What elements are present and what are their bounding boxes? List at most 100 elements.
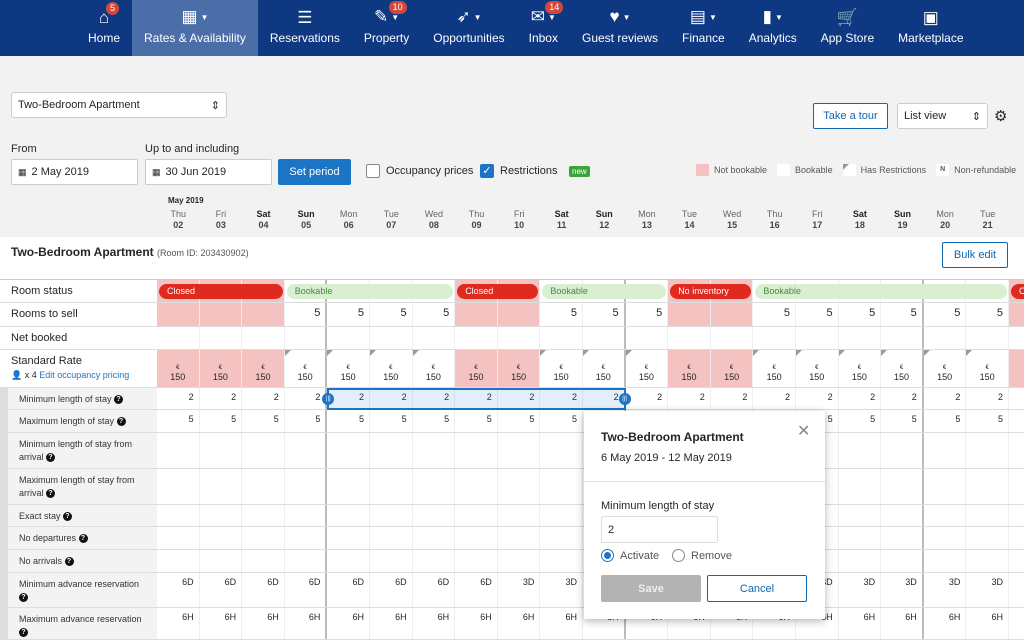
- grid-cell[interactable]: [881, 327, 924, 349]
- grid-cell[interactable]: €150: [497, 350, 541, 387]
- grid-cell[interactable]: [753, 327, 796, 349]
- grid-cell[interactable]: 6H: [881, 608, 924, 639]
- radio-activate[interactable]: [601, 549, 614, 562]
- grid-cell[interactable]: €150: [625, 350, 669, 387]
- set-period-button[interactable]: Set period: [278, 159, 351, 185]
- grid-cell[interactable]: 6H: [327, 608, 370, 639]
- grid-cell[interactable]: 2: [711, 388, 754, 409]
- grid-cell[interactable]: €150: [199, 350, 243, 387]
- grid-cell[interactable]: [413, 327, 456, 349]
- grid-cell[interactable]: [242, 550, 285, 572]
- grid-cell[interactable]: [327, 327, 370, 349]
- grid-cell[interactable]: [966, 469, 1009, 504]
- grid-cell[interactable]: 2: [839, 388, 882, 409]
- grid-cell[interactable]: [839, 433, 882, 468]
- grid-cell[interactable]: [285, 550, 328, 572]
- grid-cell[interactable]: [413, 469, 456, 504]
- close-icon[interactable]: ✕: [797, 421, 810, 441]
- grid-cell[interactable]: [881, 433, 924, 468]
- grid-cell[interactable]: 5: [626, 303, 669, 326]
- grid-cell[interactable]: [370, 527, 413, 549]
- grid-cell[interactable]: [1009, 327, 1024, 349]
- grid-cell[interactable]: [200, 327, 243, 349]
- grid-cell[interactable]: 5: [370, 303, 413, 326]
- grid-cell[interactable]: 2: [796, 388, 839, 409]
- grid-cell[interactable]: [455, 469, 498, 504]
- nav-property[interactable]: ✎ ▼ 10 Property: [352, 0, 421, 56]
- grid-cell[interactable]: [540, 527, 583, 549]
- grid-cell[interactable]: €150: [668, 350, 711, 387]
- grid-cell[interactable]: 5: [370, 410, 413, 432]
- grid-cell[interactable]: [200, 469, 243, 504]
- grid-cell[interactable]: [157, 327, 200, 349]
- grid-cell[interactable]: 5: [327, 410, 370, 432]
- grid-cell[interactable]: 5: [285, 303, 328, 326]
- grid-cell[interactable]: [839, 327, 882, 349]
- grid-cell[interactable]: [497, 303, 541, 326]
- grid-cell[interactable]: [924, 505, 967, 526]
- grid-cell[interactable]: 6H: [370, 608, 413, 639]
- grid-cell[interactable]: 6D: [200, 573, 243, 607]
- grid-cell[interactable]: 6H: [157, 608, 200, 639]
- grid-cell[interactable]: [924, 469, 967, 504]
- grid-cell[interactable]: 5: [753, 303, 796, 326]
- grid-cell[interactable]: 2: [157, 388, 200, 409]
- nav-guest-reviews[interactable]: ♥ ▼ Guest reviews: [570, 0, 670, 56]
- grid-cell[interactable]: 3D: [924, 573, 967, 607]
- grid-cell[interactable]: [498, 527, 541, 549]
- grid-cell[interactable]: 5: [200, 410, 243, 432]
- grid-cell[interactable]: 6D: [242, 573, 285, 607]
- grid-cell[interactable]: 5: [881, 410, 924, 432]
- grid-cell[interactable]: 5: [881, 303, 924, 326]
- grid-cell[interactable]: 5: [540, 410, 583, 432]
- grid-cell[interactable]: [839, 469, 882, 504]
- grid-cell[interactable]: [540, 469, 583, 504]
- grid-cell[interactable]: 2: [200, 388, 243, 409]
- grid-cell[interactable]: 2: [966, 388, 1009, 409]
- grid-cell[interactable]: [242, 505, 285, 526]
- grid-cell[interactable]: [242, 433, 285, 468]
- grid-cell[interactable]: [413, 505, 456, 526]
- grid-cell[interactable]: [540, 550, 583, 572]
- grid-cell[interactable]: [796, 327, 839, 349]
- grid-cell[interactable]: [839, 527, 882, 549]
- grid-cell[interactable]: €150: [327, 350, 370, 387]
- grid-cell[interactable]: [285, 527, 328, 549]
- grid-cell[interactable]: €150: [540, 350, 583, 387]
- drag-handle-left[interactable]: |||: [322, 393, 335, 405]
- grid-cell[interactable]: €150: [157, 350, 200, 387]
- cancel-button[interactable]: Cancel: [707, 575, 807, 602]
- grid-cell[interactable]: [839, 550, 882, 572]
- grid-cell[interactable]: €150: [923, 350, 967, 387]
- grid-cell[interactable]: [1009, 433, 1024, 468]
- grid-cell[interactable]: €150: [881, 350, 924, 387]
- view-select[interactable]: List view ⇕: [897, 103, 988, 129]
- grid-cell[interactable]: [710, 303, 754, 326]
- grid-cell[interactable]: €150: [753, 350, 796, 387]
- nav-inbox[interactable]: ✉ ▼ 14 Inbox: [517, 0, 570, 56]
- grid-cell[interactable]: [157, 433, 200, 468]
- nav-opportunities[interactable]: ➶ ▼ Opportunities: [421, 0, 516, 56]
- grid-cell[interactable]: [242, 469, 285, 504]
- grid-cell[interactable]: [242, 303, 285, 326]
- grid-cell[interactable]: [1009, 410, 1024, 432]
- grid-cell[interactable]: [327, 433, 370, 468]
- occupancy-checkbox[interactable]: [366, 164, 380, 178]
- grid-cell[interactable]: [924, 327, 967, 349]
- grid-cell[interactable]: [157, 527, 200, 549]
- grid-cell[interactable]: 2: [668, 388, 711, 409]
- grid-cell[interactable]: 6D: [455, 573, 498, 607]
- grid-cell[interactable]: [242, 527, 285, 549]
- grid-cell[interactable]: 3D: [966, 573, 1009, 607]
- grid-cell[interactable]: [327, 527, 370, 549]
- grid-cell[interactable]: [327, 469, 370, 504]
- grid-cell[interactable]: €150: [370, 350, 413, 387]
- grid-cell[interactable]: [455, 550, 498, 572]
- grid-cell[interactable]: [498, 469, 541, 504]
- grid-cell[interactable]: [157, 550, 200, 572]
- nav-marketplace[interactable]: ▣ Marketplace: [886, 0, 975, 56]
- grid-cell[interactable]: [157, 303, 200, 326]
- grid-cell[interactable]: 2: [924, 388, 967, 409]
- grid-cell[interactable]: [200, 550, 243, 572]
- help-icon[interactable]: ?: [46, 453, 56, 463]
